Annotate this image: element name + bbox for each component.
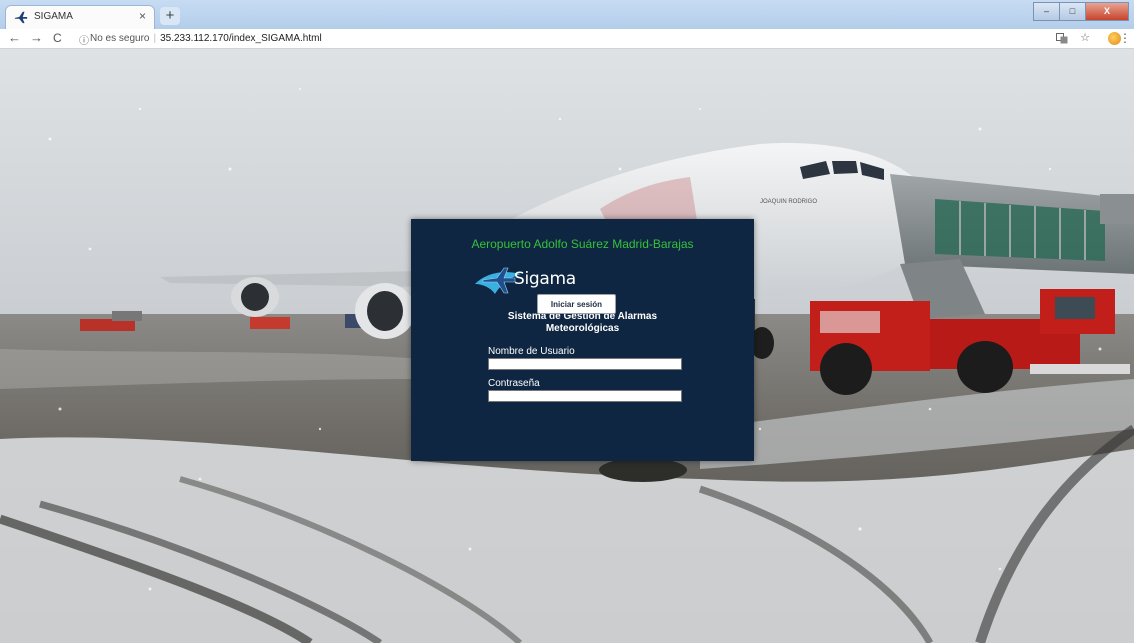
tab-close-icon[interactable]: × — [139, 9, 146, 23]
subtitle-line-2: Meteorológicas — [545, 323, 620, 334]
address-separator: | — [153, 33, 157, 44]
tab-title: SIGAMA — [34, 11, 73, 22]
browser-menu-icon[interactable]: ⋮ — [1119, 31, 1131, 45]
translate-icon[interactable] — [1056, 33, 1068, 44]
back-button[interactable]: ← — [8, 30, 21, 45]
bookmark-star-icon[interactable]: ☆ — [1080, 31, 1090, 44]
browser-tab[interactable]: SIGAMA × — [6, 6, 154, 29]
site-info-icon[interactable]: ⓘ — [79, 32, 89, 47]
airport-title: Aeropuerto Adolfo Suárez Madrid-Barajas — [471, 237, 694, 251]
new-tab-button[interactable]: + — [160, 7, 180, 25]
close-window-button[interactable]: X — [1085, 2, 1129, 21]
aircraft-name: JOAQUIN RODRIGO — [760, 199, 817, 205]
password-label: Contraseña — [488, 378, 540, 389]
login-button[interactable]: Iniciar sesión — [537, 294, 616, 314]
username-input[interactable] — [488, 358, 682, 370]
reload-button[interactable]: C — [53, 31, 62, 45]
sigama-logo-text: Sigama — [514, 269, 576, 289]
username-label: Nombre de Usuario — [488, 346, 575, 357]
login-panel: Aeropuerto Adolfo Suárez Madrid-Barajas … — [411, 219, 754, 461]
system-subtitle: Sistema de Gestión de Alarmas Meteorológ… — [411, 311, 754, 335]
password-input[interactable] — [488, 390, 682, 402]
page-viewport: JOAQUIN RODRIGO Aeropuerto Adolfo Suárez… — [0, 49, 1134, 643]
window-controls: – □ X — [1033, 2, 1129, 21]
browser-titlebar: SIGAMA × + – □ X — [0, 0, 1134, 29]
security-status: No es seguro — [90, 33, 150, 44]
url-text: 35.233.112.170/index_SIGAMA.html — [160, 33, 322, 44]
minimize-button[interactable]: – — [1033, 2, 1060, 21]
forward-button[interactable]: → — [30, 30, 43, 45]
address-bar[interactable]: No es seguro | 35.233.112.170/index_SIGAMA… — [90, 33, 322, 44]
browser-toolbar: ← → C ⓘ No es seguro | 35.233.112.170/inde… — [0, 29, 1134, 49]
maximize-button[interactable]: □ — [1059, 2, 1086, 21]
airplane-icon — [14, 11, 28, 24]
